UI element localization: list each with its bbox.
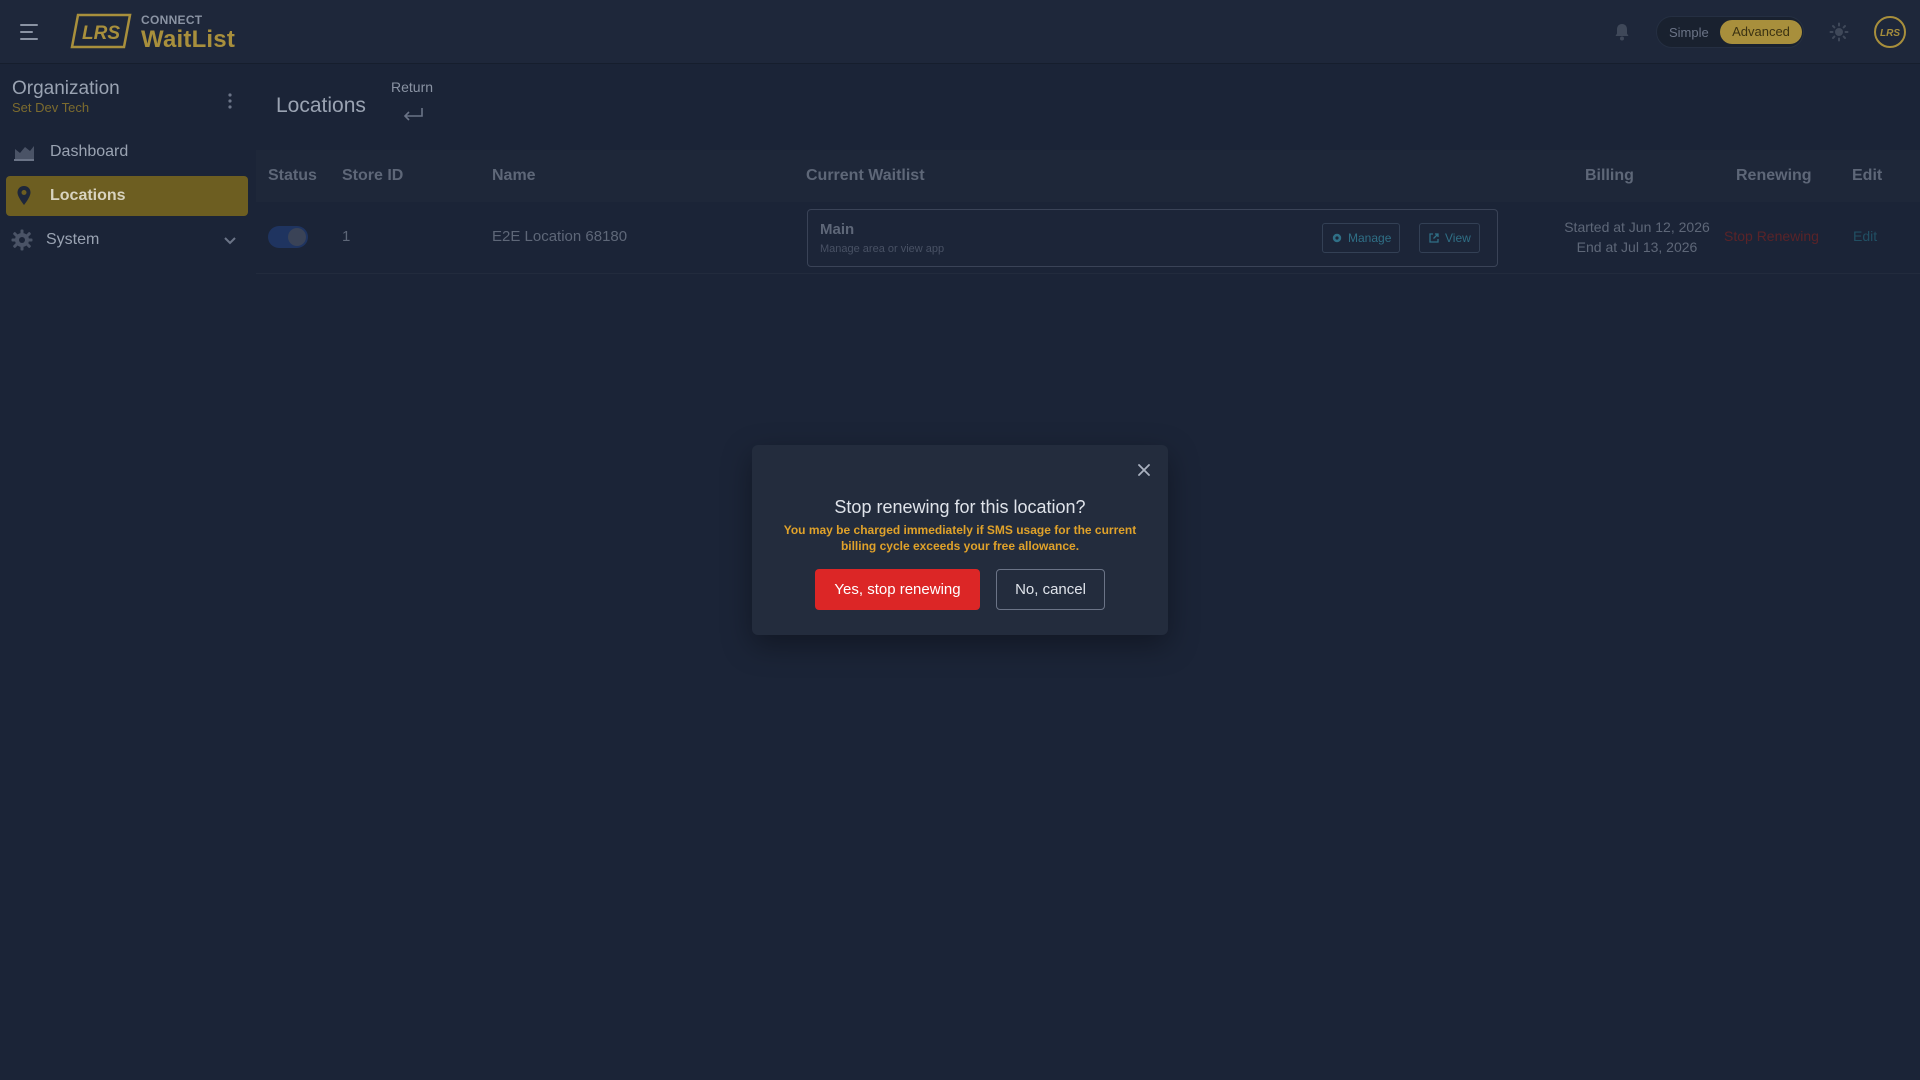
- page-header: Locations Return: [256, 64, 1920, 150]
- mode-simple-option[interactable]: Simple: [1669, 25, 1709, 40]
- gear-icon: [11, 229, 33, 251]
- billing-end: End at Jul 13, 2026: [1576, 239, 1698, 255]
- external-link-icon: [1429, 233, 1439, 243]
- table-row: 1 E2E Location 68180 Main Manage area or…: [256, 202, 1920, 274]
- confirm-stop-renewing-button[interactable]: Yes, stop renewing: [815, 569, 980, 610]
- cancel-button[interactable]: No, cancel: [996, 569, 1105, 610]
- sidebar-item-locations[interactable]: Locations: [6, 176, 248, 216]
- view-button-label: View: [1445, 231, 1471, 245]
- view-button[interactable]: View: [1419, 223, 1480, 253]
- lrs-logo: LRS: [70, 13, 132, 49]
- toggle-knob: [288, 228, 306, 246]
- page-title: Locations: [276, 94, 366, 117]
- column-header-edit: Edit: [1852, 167, 1883, 184]
- sidebar: Organization Set Dev Tech Dashboard Loca…: [0, 64, 256, 1080]
- return-icon[interactable]: [401, 104, 425, 124]
- close-icon[interactable]: [1135, 461, 1153, 479]
- waitlist-name: Main: [820, 221, 855, 238]
- column-header-current-waitlist: Current Waitlist: [806, 167, 925, 184]
- bell-icon[interactable]: [1612, 22, 1632, 42]
- column-header-status: Status: [268, 167, 317, 184]
- confirm-dialog: Stop renewing for this location? You may…: [752, 445, 1168, 635]
- org-name: Set Dev Tech: [12, 100, 90, 115]
- store-id: 1: [342, 228, 351, 245]
- stop-renewing-link[interactable]: Stop Renewing: [1724, 228, 1819, 244]
- svg-text:LRS: LRS: [82, 23, 120, 44]
- manage-button[interactable]: Manage: [1322, 223, 1401, 253]
- column-header-name: Name: [492, 167, 536, 184]
- gear-icon: [1332, 233, 1342, 243]
- brand-waitlist: WaitList: [141, 26, 236, 53]
- sidebar-item-label: System: [46, 231, 100, 248]
- status-toggle[interactable]: [268, 226, 308, 248]
- sidebar-item-dashboard[interactable]: Dashboard: [6, 132, 248, 172]
- org-title: Organization: [12, 78, 120, 99]
- chart-icon: [14, 146, 34, 161]
- column-header-billing: Billing: [1585, 167, 1634, 184]
- avatar[interactable]: LRS: [1874, 16, 1906, 48]
- column-header-renewing: Renewing: [1736, 167, 1812, 184]
- map-pin-icon: [17, 186, 31, 205]
- billing-start: Started at Jun 12, 2026: [1564, 219, 1710, 235]
- sidebar-item-label: Dashboard: [50, 143, 129, 160]
- column-header-store-id: Store ID: [342, 167, 404, 184]
- sidebar-item-label: Locations: [50, 187, 126, 204]
- waitlist-description: Manage area or view app: [820, 243, 945, 255]
- table-header: Status Store ID Name Current Waitlist Bi…: [256, 150, 1920, 202]
- avatar-logo-icon: LRS: [1880, 28, 1900, 39]
- sidebar-item-system[interactable]: System: [6, 220, 248, 260]
- svg-text:LRS: LRS: [1880, 28, 1900, 39]
- location-name: E2E Location 68180: [492, 228, 628, 245]
- brand-connect: CONNECT: [141, 13, 203, 27]
- chevron-down-icon: [224, 237, 236, 245]
- manage-button-label: Manage: [1348, 231, 1392, 245]
- edit-link[interactable]: Edit: [1853, 228, 1877, 244]
- menu-icon[interactable]: [20, 20, 44, 44]
- dialog-warning-message: You may be charged immediately if SMS us…: [783, 523, 1137, 553]
- dialog-title: Stop renewing for this location?: [834, 497, 1086, 517]
- kebab-menu-icon[interactable]: [226, 92, 234, 110]
- top-bar: LRS CONNECT WaitList Simple Advanced LRS: [0, 0, 1920, 64]
- billing-info: Started at Jun 12, 2026 End at Jul 13, 2…: [1527, 217, 1747, 257]
- waitlist-card: Main Manage area or view app Manage View: [807, 209, 1498, 267]
- return-label[interactable]: Return: [391, 79, 433, 95]
- sun-icon[interactable]: [1829, 22, 1849, 42]
- mode-advanced-option[interactable]: Advanced: [1720, 20, 1802, 44]
- mode-toggle: Simple Advanced: [1656, 16, 1804, 48]
